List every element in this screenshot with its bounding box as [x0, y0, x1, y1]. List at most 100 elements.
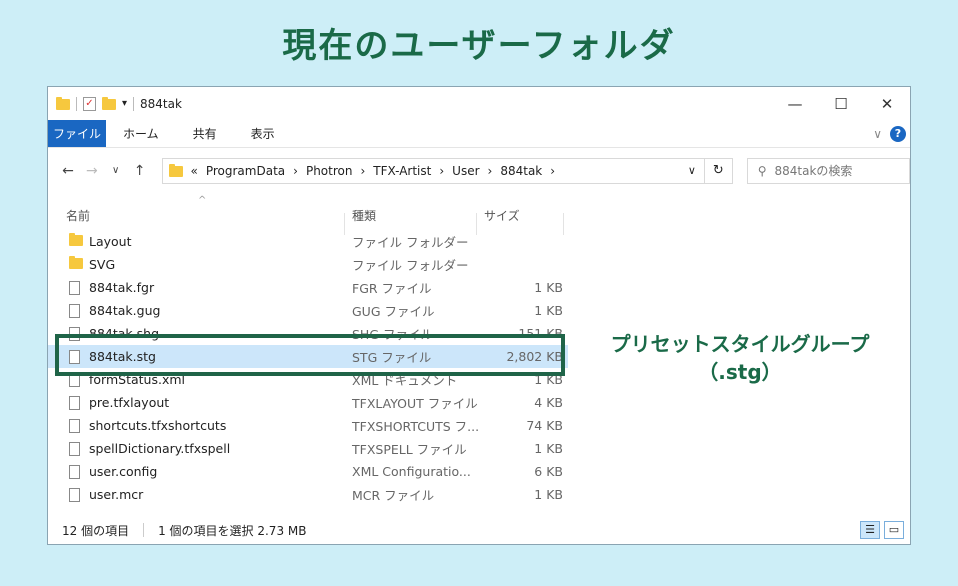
properties-icon[interactable]: ✓ [83, 96, 96, 111]
file-icon [69, 488, 80, 502]
file-icon [69, 419, 80, 433]
file-size: 1 KB [534, 487, 563, 502]
explorer-window: ✓ ▾ 884tak — ☐ ✕ ファイル ホーム 共有 表示 ∨ ? ← → … [47, 86, 911, 545]
maximize-button[interactable]: ☐ [818, 95, 864, 113]
file-icon [69, 396, 80, 410]
divider [143, 523, 145, 537]
close-button[interactable]: ✕ [864, 95, 910, 113]
list-item-mcr[interactable]: user.mcr MCR ファイル 1 KB [48, 483, 568, 506]
address-overflow[interactable]: « [191, 164, 198, 178]
breadcrumb-separator[interactable]: › [293, 164, 298, 178]
list-item-gug[interactable]: 884tak.gug GUG ファイル 1 KB [48, 299, 568, 322]
forward-button[interactable]: → [80, 163, 104, 179]
breadcrumb-user[interactable]: User [452, 164, 479, 178]
sort-arrow-icon: ^ [198, 195, 207, 206]
file-type: TFXLAYOUT ファイル [352, 396, 478, 411]
callout-label: プリセットスタイルグループ （.stg） [585, 330, 895, 386]
divider [133, 96, 135, 111]
file-type: XML Configuratio... [352, 464, 471, 479]
callout-line-1: プリセットスタイルグループ [610, 332, 870, 356]
folder-icon [69, 256, 83, 269]
page-heading: 現在のユーザーフォルダ [282, 26, 676, 66]
folder-icon [69, 233, 83, 246]
list-item-tfxspell[interactable]: spellDictionary.tfxspell TFXSPELL ファイル 1… [48, 437, 568, 460]
file-type: ファイル フォルダー [352, 235, 469, 250]
folder-icon [56, 97, 70, 110]
breadcrumb-separator[interactable]: › [439, 164, 444, 178]
search-icon: ⚲ [757, 163, 767, 178]
file-size: 74 KB [526, 418, 563, 433]
file-type: FGR ファイル [352, 281, 432, 296]
breadcrumb-separator[interactable]: › [360, 164, 365, 178]
file-icon [69, 281, 80, 295]
list-item-tfxshortcuts[interactable]: shortcuts.tfxshortcuts TFXSHORTCUTS フ...… [48, 414, 568, 437]
file-type: TFXSHORTCUTS フ... [352, 419, 480, 434]
back-button[interactable]: ← [56, 163, 80, 179]
callout-line-2: （.stg） [698, 360, 782, 384]
breadcrumb-programdata[interactable]: ProgramData [206, 164, 285, 178]
tab-view[interactable]: 表示 [234, 120, 292, 147]
file-name: 884tak.gug [89, 303, 161, 318]
breadcrumb-tfx-artist[interactable]: TFX-Artist [373, 164, 431, 178]
file-size: 6 KB [534, 464, 563, 479]
large-icons-view-icon[interactable]: ▭ [884, 521, 904, 539]
column-header-type[interactable]: 種類 [352, 207, 376, 224]
list-item-svg[interactable]: SVG ファイル フォルダー [48, 253, 568, 276]
new-folder-icon[interactable] [102, 97, 116, 110]
details-view-icon[interactable]: ☰ [860, 521, 880, 539]
file-name: pre.tfxlayout [89, 395, 170, 410]
column-header-row: 名前 ^ 種類 サイズ [48, 193, 910, 235]
expand-ribbon-icon[interactable]: ∨ [873, 127, 882, 141]
file-type: TFXSPELL ファイル [352, 442, 467, 457]
breadcrumb-separator[interactable]: › [550, 164, 555, 178]
breadcrumb-photron[interactable]: Photron [306, 164, 353, 178]
breadcrumb-884tak[interactable]: 884tak [500, 164, 542, 178]
recent-locations-button[interactable]: ∨ [104, 165, 128, 176]
file-size: 4 KB [534, 395, 563, 410]
up-button[interactable]: ↑ [128, 163, 152, 179]
file-name: user.config [89, 464, 158, 479]
file-name: SVG [89, 257, 116, 272]
file-type: GUG ファイル [352, 304, 435, 319]
file-name: 884tak.fgr [89, 280, 155, 295]
selection-info: 1 個の項目を選択 2.73 MB [158, 523, 307, 538]
file-name: user.mcr [89, 487, 144, 502]
breadcrumb-separator[interactable]: › [488, 164, 493, 178]
tab-home[interactable]: ホーム [106, 120, 176, 147]
divider [76, 96, 77, 111]
help-icon[interactable]: ? [890, 125, 906, 142]
file-icon [69, 304, 80, 318]
column-header-name[interactable]: 名前 [66, 207, 90, 224]
title-bar: ✓ ▾ 884tak — ☐ ✕ [48, 87, 910, 120]
column-header-size[interactable]: サイズ [484, 207, 520, 224]
list-item-fgr[interactable]: 884tak.fgr FGR ファイル 1 KB [48, 276, 568, 299]
list-item-layout[interactable]: Layout ファイル フォルダー [48, 230, 568, 253]
tab-share[interactable]: 共有 [176, 120, 234, 147]
status-bar: 12 個の項目 1 個の項目を選択 2.73 MB ☰ ▭ [48, 516, 910, 544]
quick-access-toolbar: ✓ ▾ [56, 96, 135, 111]
file-size: 1 KB [534, 280, 563, 295]
list-item-config[interactable]: user.config XML Configuratio... 6 KB [48, 460, 568, 483]
list-item-tfxlayout[interactable]: pre.tfxlayout TFXLAYOUT ファイル 4 KB [48, 391, 568, 414]
highlight-box [55, 334, 565, 376]
folder-icon [168, 164, 183, 177]
search-input[interactable]: ⚲ 884takの検索 [746, 157, 910, 184]
address-dropdown-button[interactable]: ∨ [680, 164, 704, 177]
minimize-button[interactable]: — [772, 95, 818, 113]
file-name: spellDictionary.tfxspell [89, 441, 231, 456]
file-type: MCR ファイル [352, 488, 435, 503]
file-size: 1 KB [534, 441, 563, 456]
file-name: Layout [89, 234, 132, 249]
refresh-button[interactable]: ↻ [704, 157, 733, 184]
customize-toolbar-icon[interactable]: ▾ [122, 98, 127, 109]
tab-file[interactable]: ファイル [48, 120, 106, 147]
navigation-bar: ← → ∨ ↑ « ProgramData › Photron › TFX-Ar… [48, 148, 910, 193]
file-type: ファイル フォルダー [352, 258, 469, 273]
address-bar[interactable]: « ProgramData › Photron › TFX-Artist › U… [161, 157, 705, 184]
file-icon [69, 442, 80, 456]
search-placeholder: 884takの検索 [774, 164, 853, 178]
config-file-icon [69, 465, 80, 479]
item-count: 12 個の項目 [62, 523, 130, 538]
window-title: 884tak [140, 96, 182, 111]
file-name: shortcuts.tfxshortcuts [89, 418, 227, 433]
